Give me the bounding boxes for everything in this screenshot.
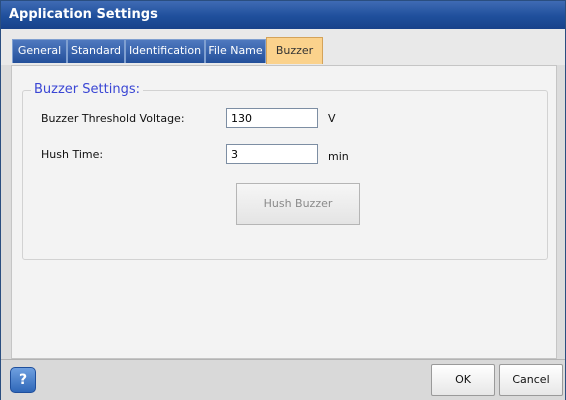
tab-file-name[interactable]: File Name [205, 39, 266, 63]
tab-strip: General Standard Identification File Nam… [1, 29, 565, 65]
hush-buzzer-button[interactable]: Hush Buzzer [236, 183, 360, 225]
threshold-voltage-input[interactable] [226, 108, 318, 128]
hush-time-unit: min [328, 150, 349, 163]
ok-button[interactable]: OK [431, 364, 495, 396]
window-title: Application Settings [9, 7, 158, 22]
hush-time-label: Hush Time: [41, 148, 104, 161]
help-button[interactable]: ? [10, 367, 36, 393]
tab-standard[interactable]: Standard [67, 39, 125, 63]
title-bar: Application Settings [1, 1, 565, 29]
footer-bar: ? OK Cancel [1, 359, 565, 400]
threshold-voltage-unit: V [328, 112, 336, 125]
group-title: Buzzer Settings: [31, 82, 143, 97]
buzzer-settings-group: Buzzer Settings: Buzzer Threshold Voltag… [22, 82, 548, 260]
threshold-voltage-label: Buzzer Threshold Voltage: [41, 112, 185, 125]
cancel-button[interactable]: Cancel [499, 364, 563, 396]
tab-general[interactable]: General [12, 39, 67, 63]
application-settings-window: Application Settings General Standard Id… [0, 0, 566, 400]
buzzer-settings-panel: Buzzer Settings: Buzzer Threshold Voltag… [11, 65, 557, 359]
hush-time-input[interactable] [226, 144, 318, 164]
tab-buzzer[interactable]: Buzzer [266, 37, 323, 64]
help-icon: ? [18, 372, 28, 388]
tab-identification[interactable]: Identification [125, 39, 205, 63]
